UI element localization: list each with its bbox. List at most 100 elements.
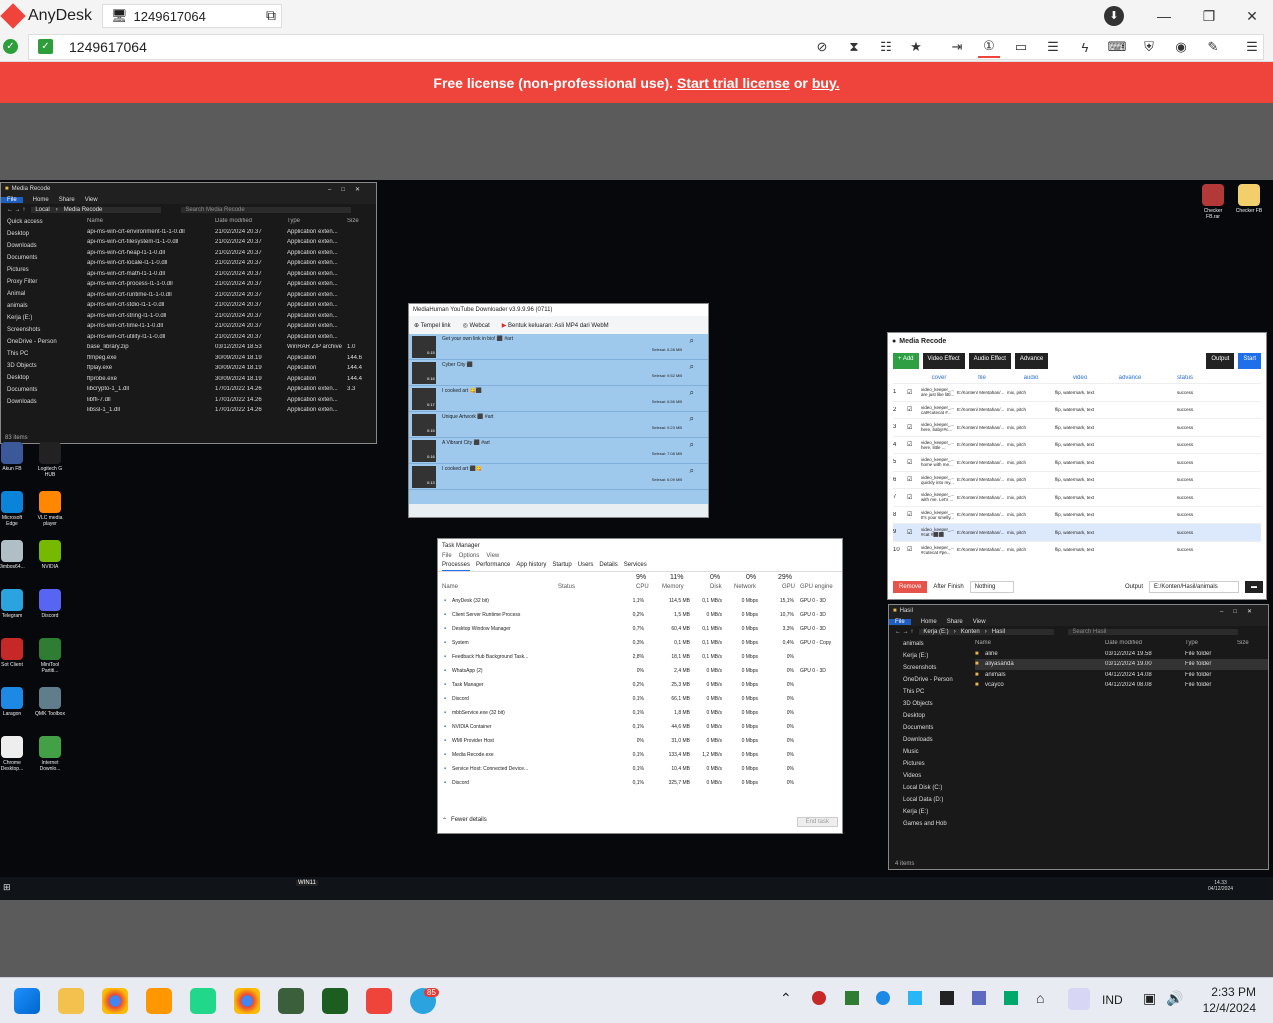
process-row[interactable]: ▪ Desktop Window Manager 0,7% 60,4 MB 0,1 MB… xyxy=(438,622,842,636)
download-item[interactable]: 0:13 I cooked art ⬛😋 Selesai: 6.09 MB ⌕ xyxy=(409,464,708,490)
task-checkbox[interactable]: ☑ xyxy=(907,389,921,396)
start-icon[interactable]: ⊞ xyxy=(3,882,11,893)
windows-start-icon[interactable] xyxy=(14,988,40,1014)
task-row[interactable]: 9 ☑ video_keeper_... #cat #⬛⬛ E:/Konten/ Me… xyxy=(893,523,1261,541)
process-row[interactable]: ▪ Client Server Runtime Process 0,2% 1,5 MB… xyxy=(438,608,842,622)
col-type[interactable]: Type xyxy=(1185,640,1237,646)
folder-row[interactable]: ■ vcayco 04/12/2024 08.08 File folder xyxy=(975,680,1268,691)
add-button[interactable]: + Add xyxy=(893,353,919,369)
col-cpu[interactable]: CPU xyxy=(636,584,649,590)
file-row[interactable]: api-ms-win-crt-time-l1-1-0.dll 21/02/2024… xyxy=(87,321,376,332)
keyboard-icon[interactable]: ⌨ xyxy=(1106,36,1128,58)
nav-item[interactable]: Screenshots xyxy=(7,324,81,336)
tray-terminal-icon[interactable] xyxy=(940,991,954,1005)
col-date[interactable]: Date modified xyxy=(1105,640,1185,646)
task-row[interactable]: 5 ☑ video_keeper_... home with me... E:/Kon… xyxy=(893,453,1261,471)
nav-item[interactable]: animals xyxy=(7,300,81,312)
process-row[interactable]: ▪ AnyDesk (32 bit) 1,1% 114,5 MB 0,1 MB/s 0 M… xyxy=(438,594,842,608)
display-icon[interactable]: ▭ xyxy=(1010,36,1032,58)
explorer2-window-controls[interactable]: –□✕ xyxy=(1220,608,1268,615)
trial-link[interactable]: Start trial license xyxy=(677,75,790,91)
download-item[interactable]: 0:16 A Vibrant City ⬛ #art Selesai: 7.08 M… xyxy=(409,438,708,464)
tray-chevron-icon[interactable]: ⌃ xyxy=(780,990,792,1007)
breadcrumb-konten[interactable]: Konten xyxy=(961,629,980,635)
desktop-icon[interactable]: Sot Client xyxy=(0,638,27,668)
nav-item[interactable]: 3D Objects xyxy=(7,360,81,372)
fewer-details-link[interactable]: Fewer details xyxy=(451,817,487,827)
task-checkbox[interactable]: ☑ xyxy=(907,476,921,483)
desktop-icon[interactable]: Microsoft Edge xyxy=(0,491,27,527)
task-checkbox[interactable]: ☑ xyxy=(907,459,921,466)
nav-item[interactable]: Downloads xyxy=(7,240,81,252)
tm-menu-file[interactable]: File xyxy=(442,553,452,562)
task-row[interactable]: 2 ☑ video_keeper_... cat#cutecat #... E:/Ko… xyxy=(893,400,1261,419)
process-row[interactable]: ▪ NVIDIA Container 0,1% 44,6 MB 0 MB/s 0 Mbps… xyxy=(438,720,842,734)
after-finish-select[interactable]: Nothing xyxy=(969,581,1014,593)
nav-item[interactable]: Kerja (E:) xyxy=(903,650,969,662)
nav-item[interactable]: Animal xyxy=(7,288,81,300)
explorer-hasil[interactable]: ■ Hasil –□✕ File Home Share View ← → ↑ K… xyxy=(888,604,1269,870)
file-row[interactable]: api-ms-win-crt-runtime-l1-1-0.dll 21/02/2… xyxy=(87,290,376,301)
output-path-input[interactable]: E:/Konten/Hasil/animals xyxy=(1149,581,1239,593)
file-row[interactable]: api-ms-win-crt-utility-l1-1-0.dll 21/02/2… xyxy=(87,332,376,343)
nav-item[interactable]: Quick access xyxy=(7,216,81,228)
nav-item[interactable]: Documents xyxy=(903,722,969,734)
task-checkbox[interactable]: ☑ xyxy=(907,494,921,501)
nav-item[interactable]: Kerja (E:) xyxy=(903,806,969,818)
tab-app-history[interactable]: App history xyxy=(516,562,546,571)
file-row[interactable]: libffi-7.dll 17/01/2022 14.26 Application … xyxy=(87,395,376,406)
video-effect-button[interactable]: Video Effect xyxy=(922,353,965,369)
nav-item[interactable]: Proxy Filter xyxy=(7,276,81,288)
file-row[interactable]: libssl-1_1.dll 17/01/2022 14.26 Applicatio… xyxy=(87,405,376,416)
session-tab[interactable]: 🖥 1249617064 xyxy=(102,4,283,28)
explorer1-window-controls[interactable]: –□✕ xyxy=(328,186,376,193)
tray-pen-icon[interactable] xyxy=(1068,988,1090,1010)
ribbon-file[interactable]: File xyxy=(1,196,23,203)
nav-item[interactable]: Desktop xyxy=(903,710,969,722)
ribbon-view[interactable]: View xyxy=(85,197,98,203)
nav-item[interactable]: Pictures xyxy=(7,264,81,276)
file-row[interactable]: ffplay.exe 30/09/2024 18.19 Application 144… xyxy=(87,363,376,374)
nav-item[interactable]: Local Disk (C:) xyxy=(903,782,969,794)
ribbon-home[interactable]: Home xyxy=(921,619,937,625)
search-icon[interactable]: ⌕ xyxy=(690,466,694,476)
tray-app-icon[interactable] xyxy=(812,991,826,1005)
language-indicator[interactable]: IND xyxy=(1102,993,1123,1007)
tray-nvidia-icon[interactable] xyxy=(845,991,859,1005)
file-explorer-icon[interactable] xyxy=(58,988,84,1014)
task-row[interactable]: 4 ☑ video_keeper_... here, little ... E:/Ko… xyxy=(893,435,1261,454)
nav-arrows-icon[interactable]: ← → ↑ xyxy=(895,629,913,635)
tab-services[interactable]: Services xyxy=(624,562,647,571)
chevron-up-icon[interactable]: ⌃ xyxy=(442,817,447,827)
task-checkbox[interactable]: ☑ xyxy=(907,511,921,518)
chat-icon[interactable]: ☰ xyxy=(1042,36,1064,58)
tab-details[interactable]: Details xyxy=(599,562,617,571)
terminal-icon[interactable] xyxy=(278,988,304,1014)
desktop-icon[interactable]: MiniTool Partiti... xyxy=(35,638,65,674)
col-gpu[interactable]: GPU xyxy=(782,584,795,590)
file-row[interactable]: api-ms-win-crt-math-l1-1-0.dll 21/02/2024… xyxy=(87,269,376,280)
task-row[interactable]: 7 ☑ video_keeper_... with me. Let's ... E:/… xyxy=(893,488,1261,506)
sublime-icon[interactable] xyxy=(146,988,172,1014)
buy-link[interactable]: buy. xyxy=(812,75,840,91)
desktop-icon[interactable]: NVIDIA xyxy=(35,540,65,570)
hourglass-icon[interactable]: ⧗ xyxy=(843,36,865,58)
process-row[interactable]: ▪ System 0,3% 0,1 MB 0,1 MB/s 0 Mbps 0,4% GPU 0… xyxy=(438,636,842,650)
database-icon[interactable]: ☷ xyxy=(875,36,897,58)
breadcrumb-drive[interactable]: Kerja (E:) xyxy=(923,629,948,635)
audio-effect-button[interactable]: Audio Effect xyxy=(968,353,1011,369)
task-checkbox[interactable]: ☑ xyxy=(907,441,921,448)
process-row[interactable]: ▪ Discord 0,1% 66,1 MB 0 MB/s 0 Mbps 0% xyxy=(438,692,842,706)
tray-cloud-icon[interactable] xyxy=(908,991,922,1005)
remote-clock[interactable]: 14.33 04/12/2024 xyxy=(1208,880,1233,892)
tray-k-icon[interactable] xyxy=(1004,991,1018,1005)
browse-folder-button[interactable]: ▬ xyxy=(1245,581,1263,593)
process-row[interactable]: ▪ WMI Provider Host 0% 31,0 MB 0 MB/s 0 Mbps 0… xyxy=(438,734,842,748)
desktop-icon-checker[interactable]: Checker FB xyxy=(1234,184,1264,214)
nav-item[interactable]: Desktop xyxy=(7,228,81,240)
nav-item[interactable]: Documents xyxy=(7,384,81,396)
nav-item[interactable]: Desktop xyxy=(7,372,81,384)
nav-item[interactable]: Screenshots xyxy=(903,662,969,674)
task-checkbox[interactable]: ☑ xyxy=(907,424,921,431)
file-row[interactable]: api-ms-win-crt-heap-l1-1-0.dll 21/02/2024… xyxy=(87,248,376,259)
